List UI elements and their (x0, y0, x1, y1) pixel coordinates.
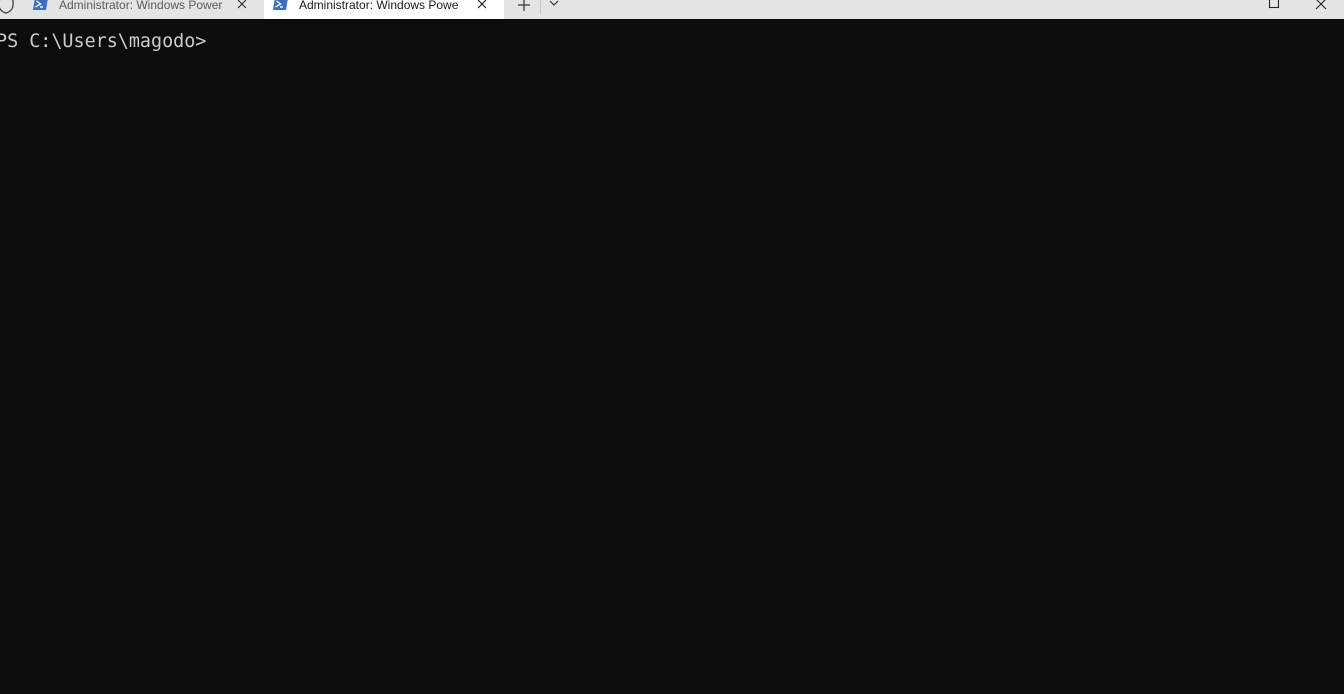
maximize-icon[interactable] (1268, 0, 1280, 9)
powershell-icon (273, 0, 288, 10)
plus-icon[interactable] (516, 0, 532, 13)
prompt-line: PS C:\Users\magodo> (0, 31, 207, 52)
tab-divider (540, 0, 541, 14)
tab-powershell-1[interactable]: Administrator: Windows Power (22, 0, 262, 19)
tab-title: Administrator: Windows Powe (299, 0, 459, 12)
close-icon[interactable] (475, 0, 489, 11)
chevron-down-icon[interactable] (548, 0, 560, 9)
close-icon[interactable] (235, 0, 249, 11)
powershell-icon (33, 0, 48, 10)
tab-title: Administrator: Windows Power (59, 0, 223, 12)
tab-powershell-2[interactable]: Administrator: Windows Powe (264, 0, 504, 19)
shield-icon (0, 0, 14, 14)
close-icon[interactable] (1314, 0, 1328, 11)
terminal-pane[interactable]: PS C:\Users\magodo> (0, 19, 1344, 694)
title-bar[interactable]: Administrator: Windows Power Administrat… (0, 0, 1344, 19)
